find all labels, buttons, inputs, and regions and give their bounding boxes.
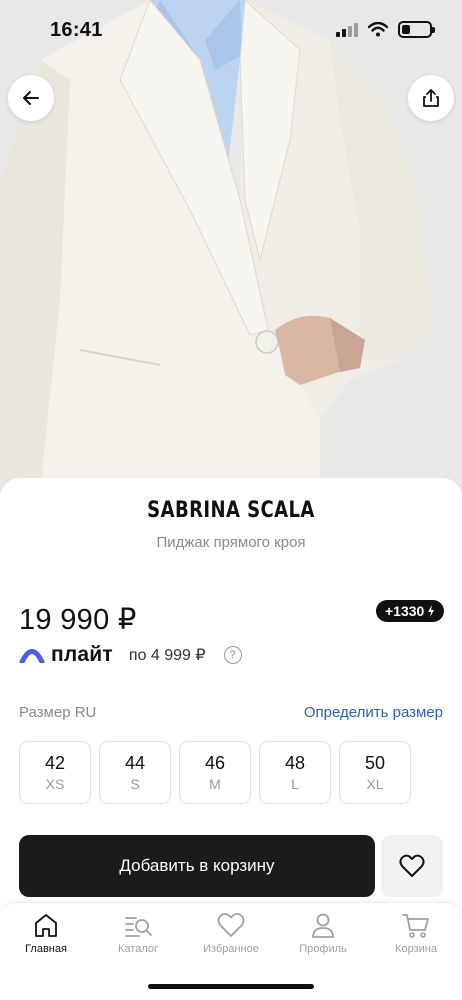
favorite-button[interactable] [381,835,443,897]
status-bar: 16:41 [0,0,462,60]
heart-icon [399,854,425,877]
tab-home[interactable]: Главная [10,911,82,955]
size-intl: S [130,775,140,792]
back-button[interactable] [8,75,54,121]
size-option-46[interactable]: 46 M [179,741,251,804]
size-ru: 48 [284,752,306,773]
size-ru: 44 [124,752,146,773]
size-option-44[interactable]: 44 S [99,741,171,804]
tab-label: Корзина [395,943,437,955]
size-selector: 42 XS 44 S 46 M 48 L 50 XL [19,741,411,804]
tab-profile[interactable]: Профиль [287,911,359,955]
tab-favorites[interactable]: Избранное [195,911,267,955]
tab-label: Каталог [118,943,158,955]
installment-row[interactable]: плайт по 4 999 ₽ ? [19,640,242,670]
home-icon [35,914,57,937]
size-ru: 46 [204,752,226,773]
cart-icon [402,914,429,938]
tab-label: Главная [25,943,67,955]
installment-amount: по 4 999 ₽ [128,647,206,664]
tab-cart[interactable]: Корзина [380,911,452,955]
battery-icon [398,21,435,38]
size-option-42[interactable]: 42 XS [19,741,91,804]
share-button[interactable] [408,75,454,121]
split-logo-icon [19,649,45,663]
size-intl: XL [366,775,384,792]
status-icons [336,21,435,38]
help-icon[interactable]: ? [223,646,242,664]
bonus-value: +1330 [385,603,425,619]
tab-label: Избранное [203,943,259,955]
size-ru: 50 [364,752,386,773]
wifi-icon [368,22,388,37]
bonus-badge[interactable]: +1330 [376,600,445,622]
brand-name[interactable]: SABRINA SCALA [42,498,421,523]
size-ru: 42 [44,752,66,773]
product-name: Пиджак прямого кроя [156,534,306,551]
tab-catalog[interactable]: Каталог [102,911,174,955]
product-price: 19 990 ₽ [19,604,137,636]
arrow-left-icon [23,91,39,105]
size-intl: XS [45,775,65,792]
product-image-illustration [0,0,462,492]
size-label: Размер RU [19,704,97,721]
status-time: 16:41 [50,19,103,41]
size-detect-link[interactable]: Определить размер [304,704,443,721]
lightning-icon [428,605,435,617]
profile-icon [312,913,334,938]
signal-icon [336,22,358,37]
split-logo-text: плайт [51,643,113,666]
home-indicator [148,984,314,989]
size-intl: L [291,775,299,792]
add-to-cart-button[interactable]: Добавить в корзину [19,835,375,897]
size-option-48[interactable]: 48 L [259,741,331,804]
catalog-icon [125,917,152,937]
product-photo[interactable] [0,0,462,492]
share-icon [423,89,439,107]
size-option-50[interactable]: 50 XL [339,741,411,804]
size-intl: M [209,775,221,792]
heart-icon [217,912,245,937]
tab-label: Профиль [299,943,347,955]
